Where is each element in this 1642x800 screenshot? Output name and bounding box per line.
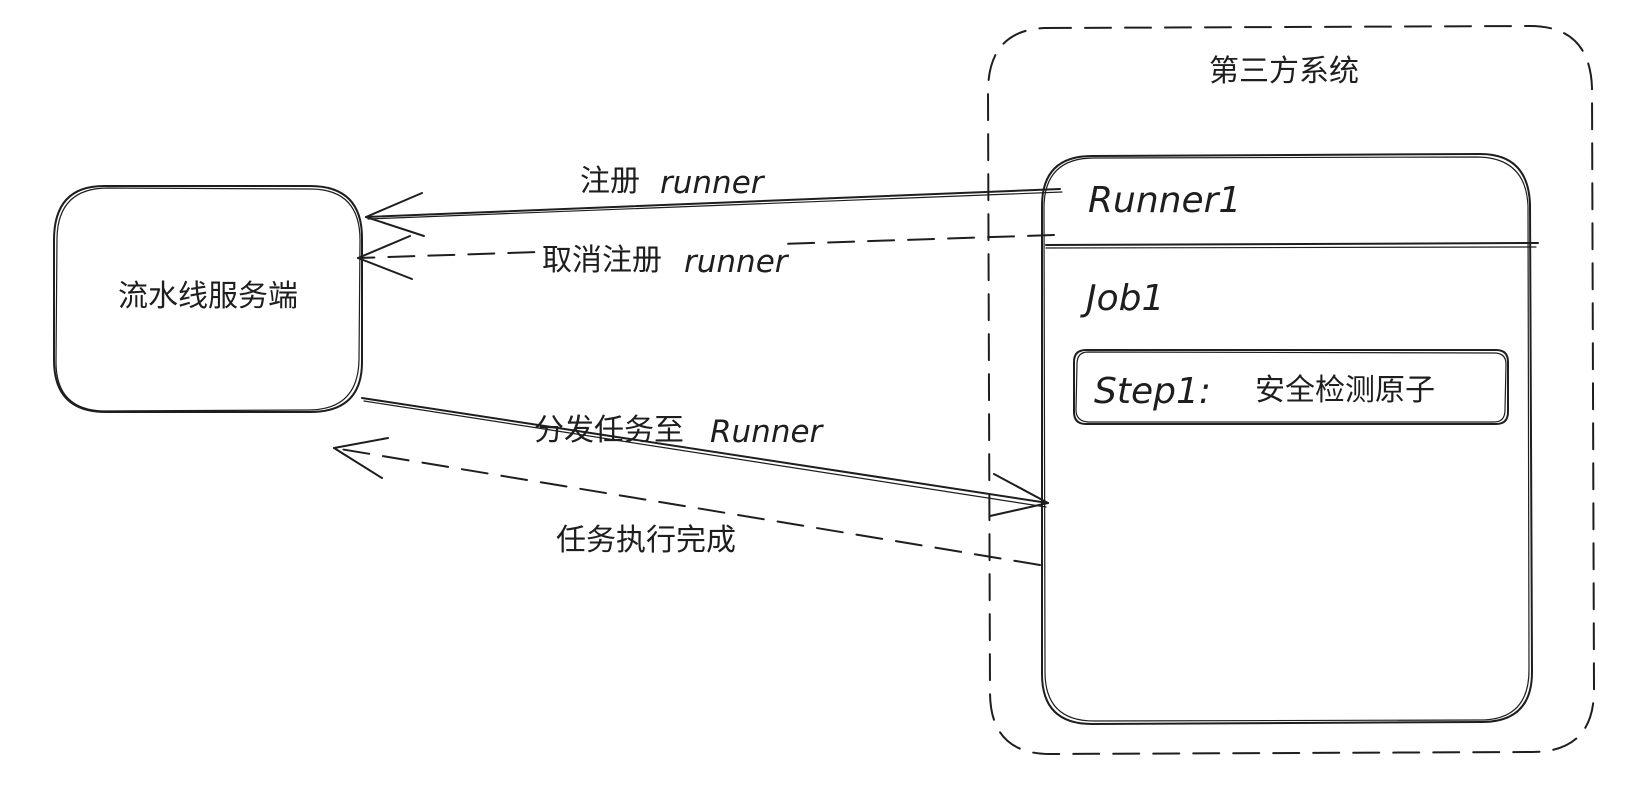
unregister-arrowhead-upper — [357, 235, 411, 259]
third-party-system-label: 第三方系统 — [1209, 54, 1359, 89]
runner-divider — [1045, 242, 1539, 246]
unregister-arrowhead-lower — [357, 257, 413, 280]
dispatch-task-label-cn: 分发任务至 — [534, 413, 684, 448]
step-label: 安全检测原子 — [1255, 373, 1435, 408]
register-arrowhead-upper — [365, 192, 423, 218]
complete-arrowhead-upper — [333, 437, 389, 449]
task-complete-arrow: 任务执行完成 — [333, 437, 1041, 566]
register-arrowhead-lower — [365, 216, 425, 237]
dispatch-task-label-en: Runner — [710, 414, 825, 450]
register-runner-label-en: runner — [660, 165, 766, 201]
step-name: Step1: — [1094, 371, 1211, 412]
pipeline-server-label: 流水线服务端 — [118, 279, 298, 314]
register-runner-label-cn: 注册 — [580, 164, 640, 199]
pipeline-server-box: 流水线服务端 — [53, 185, 363, 413]
diagram-canvas: 第三方系统 流水线服务端 Runner1 Job1 Step1: 安全检测原子 … — [0, 0, 1642, 800]
unregister-runner-label-en: runner — [684, 244, 790, 280]
register-runner-arrow: 注册 runner — [365, 164, 1063, 237]
runner-title: Runner1 — [1088, 180, 1241, 221]
diagram-svg: 第三方系统 流水线服务端 Runner1 Job1 Step1: 安全检测原子 … — [53, 25, 1595, 755]
unregister-runner-label-cn: 取消注册 — [542, 243, 662, 278]
dispatch-arrowhead-lower — [989, 502, 1049, 517]
job-title: Job1 — [1080, 278, 1164, 319]
runner-box: Runner1 Job1 — [1041, 153, 1539, 725]
task-complete-label: 任务执行完成 — [556, 523, 736, 558]
unregister-runner-arrow: 取消注册 runner — [357, 234, 1055, 280]
dispatch-task-arrow: 分发任务至 Runner — [361, 397, 1049, 517]
step-box: Step1: 安全检测原子 — [1073, 349, 1509, 425]
